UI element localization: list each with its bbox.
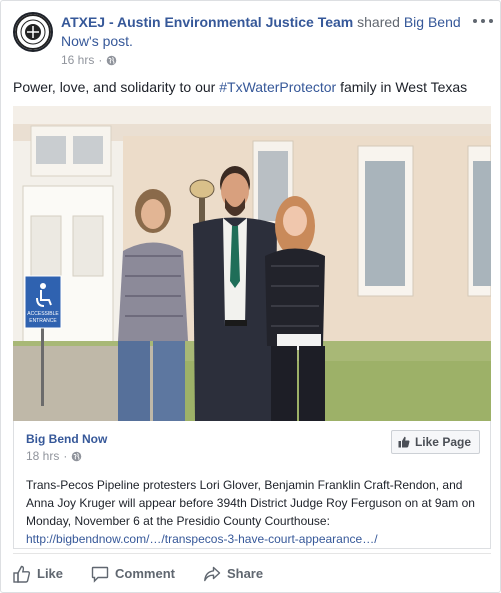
like-page-button[interactable]: Like Page (390, 430, 480, 454)
globe-icon (72, 451, 82, 461)
comment-button[interactable]: Comment (91, 565, 175, 583)
post-actions-bar: Like Comment Share (13, 553, 491, 593)
share-icon (204, 566, 221, 581)
shared-word: shared (353, 14, 404, 30)
more-options-icon[interactable] (473, 14, 493, 28)
post-message: Power, love, and solidarity to our #TxWa… (13, 78, 493, 97)
share-button[interactable]: Share (203, 565, 263, 583)
comment-icon (91, 566, 109, 583)
attachment-page-name[interactable]: Big Bend Now (26, 431, 107, 447)
comment-label: Comment (115, 566, 175, 581)
post-card: ATXEJ - Austin Environmental Justice Tea… (0, 0, 501, 593)
message-suffix: family in West Texas (336, 79, 468, 95)
attachment-description: Trans-Pecos Pipeline protesters Lori Glo… (26, 476, 486, 548)
attachment-meta: 18 hrs · (26, 448, 82, 464)
attachment-meta-dot: · (63, 449, 68, 463)
post-headline: ATXEJ - Austin Environmental Justice Tea… (61, 13, 461, 51)
attachment-link[interactable]: http://bigbendnow.com/…/transpecos-3-hav… (26, 532, 378, 546)
thumbs-up-icon (13, 565, 31, 583)
post-header: ATXEJ - Austin Environmental Justice Tea… (13, 12, 493, 70)
link-attachment[interactable]: Big Bend Now 18 hrs · Like Page Trans-Pe… (13, 421, 491, 549)
page-avatar[interactable] (13, 12, 53, 52)
shared-photo[interactable]: ACCESSIBLE ENTRANCE (13, 106, 491, 421)
share-label: Share (226, 566, 264, 581)
attachment-timestamp[interactable]: 18 hrs (26, 448, 59, 464)
message-prefix: Power, love, and solidarity to our (13, 79, 220, 95)
meta-dot: · (98, 53, 103, 67)
thumbs-up-icon (398, 436, 410, 448)
post-meta: 16 hrs · (61, 52, 117, 68)
like-button[interactable]: Like (13, 565, 63, 583)
hashtag-link[interactable]: #TxWaterProtector (219, 79, 336, 95)
like-label: Like (37, 566, 64, 581)
globe-icon (107, 55, 117, 65)
like-page-label: Like Page (414, 435, 471, 449)
shared-suffix: 's post. (89, 33, 133, 49)
sign-text-line2: ENTRANCE (29, 318, 57, 324)
post-timestamp[interactable]: 16 hrs (61, 52, 94, 68)
sign-text-line1: ACCESSIBLE (27, 311, 59, 317)
author-link[interactable]: ATXEJ - Austin Environmental Justice Tea… (61, 14, 353, 30)
attachment-text: Trans-Pecos Pipeline protesters Lori Glo… (26, 478, 475, 528)
